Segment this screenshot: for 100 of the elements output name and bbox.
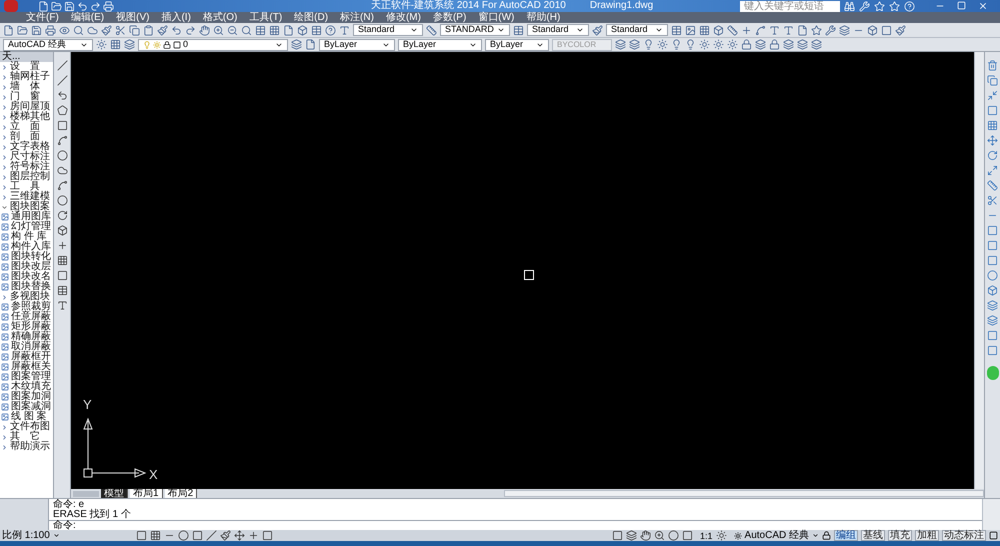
lineweight-icon[interactable] — [220, 530, 231, 541]
palette-item[interactable]: 轴网柱子 — [10, 72, 50, 82]
palette-item[interactable]: 构件入库 — [11, 242, 51, 252]
layer-tool-icon[interactable] — [615, 39, 626, 50]
lock-icon[interactable] — [822, 531, 831, 540]
annotation-scale[interactable]: 1:1 — [700, 530, 713, 540]
cut-icon[interactable] — [115, 24, 126, 36]
table-icon[interactable] — [56, 285, 68, 296]
hatch-icon[interactable] — [56, 255, 68, 266]
palette-item[interactable]: 幻灯管理 — [11, 222, 51, 232]
layout-icon[interactable] — [626, 530, 638, 541]
menu-item[interactable]: 编辑(E) — [70, 12, 104, 22]
palette-item[interactable]: 房间屋顶 — [10, 102, 50, 112]
menu-item[interactable]: 参数(P) — [432, 12, 466, 22]
spline-icon[interactable] — [56, 180, 68, 191]
gear-icon[interactable] — [734, 532, 742, 540]
mirror-icon[interactable] — [987, 90, 998, 101]
text-icon[interactable] — [56, 300, 68, 311]
sun-icon[interactable] — [699, 39, 710, 50]
status-toggle[interactable]: 基线 — [861, 530, 885, 541]
palette-item[interactable]: 图块改层 — [11, 262, 51, 272]
palette-item[interactable]: 符号标注 — [10, 162, 50, 172]
layers-icon[interactable] — [783, 39, 794, 50]
text-icon[interactable] — [769, 24, 780, 36]
rectangle-icon[interactable] — [56, 120, 68, 131]
zoom-out-icon[interactable] — [227, 24, 238, 36]
drawing-canvas[interactable]: Y X — [71, 52, 974, 489]
menu-item[interactable]: 工具(T) — [249, 12, 282, 22]
star-icon[interactable] — [811, 24, 822, 36]
horizontal-scrollbar[interactable] — [504, 490, 984, 497]
menu-item[interactable]: 修改(M) — [386, 12, 421, 22]
search-icon[interactable] — [73, 24, 84, 36]
table-style-dropdown[interactable]: Standard — [527, 24, 589, 36]
layer-previous-icon[interactable] — [291, 39, 302, 50]
palette-item[interactable]: 构 件 库 — [11, 232, 47, 242]
palette-item[interactable]: 工 具 — [10, 182, 40, 192]
crosshair-icon[interactable] — [741, 24, 752, 36]
layers-icon[interactable] — [755, 39, 766, 50]
printer-icon[interactable] — [103, 0, 114, 12]
color-dropdown[interactable]: ByLayer — [319, 38, 395, 50]
layer-state-icon[interactable] — [629, 39, 640, 50]
move-icon[interactable] — [987, 135, 998, 146]
line-icon[interactable] — [56, 60, 68, 71]
stretch-icon[interactable] — [987, 180, 998, 191]
palette-item[interactable]: 图块改名 — [11, 272, 51, 282]
sun-icon[interactable] — [657, 39, 668, 50]
palette-item[interactable]: 尺寸标注 — [10, 152, 50, 162]
grid-icon[interactable] — [269, 24, 280, 36]
workspace-label[interactable]: AutoCAD 经典 — [744, 530, 809, 540]
zoom-icon[interactable] — [241, 24, 252, 36]
polyline-icon[interactable] — [56, 90, 68, 101]
close-icon[interactable] — [978, 1, 988, 11]
arc-icon[interactable] — [56, 135, 68, 146]
bulb-icon[interactable] — [643, 39, 654, 50]
palette-item[interactable]: 屏蔽框关 — [11, 362, 51, 372]
favorite-icon[interactable] — [889, 0, 900, 12]
menu-item[interactable]: 格式(O) — [202, 12, 238, 22]
table-icon[interactable] — [671, 24, 682, 36]
scale-icon[interactable] — [987, 165, 998, 176]
menu-item[interactable]: 窗口(W) — [478, 12, 514, 22]
layer-dropdown[interactable]: 0 — [138, 38, 288, 50]
palette-item[interactable]: 图块转化 — [11, 252, 51, 262]
layers-icon[interactable] — [811, 39, 822, 50]
palette-item[interactable]: 取消屏蔽 — [11, 342, 51, 352]
paste-icon[interactable] — [143, 24, 154, 36]
dim-style-dropdown[interactable]: STANDARD — [440, 24, 510, 36]
trim-icon[interactable] — [987, 195, 998, 206]
cloud-icon[interactable] — [56, 165, 68, 176]
palette-item[interactable]: 图案减洞 — [11, 402, 51, 412]
layers-icon[interactable] — [987, 300, 998, 311]
dimension-text-icon[interactable] — [783, 24, 794, 36]
sun-icon[interactable] — [727, 39, 738, 50]
layer-state-icon[interactable] — [305, 39, 316, 50]
binoculars-icon[interactable] — [844, 0, 855, 12]
file-icon[interactable] — [797, 24, 808, 36]
leader-style-icon[interactable] — [592, 24, 603, 36]
zoom-in-icon[interactable] — [213, 24, 224, 36]
status-toggle[interactable]: 动态标注 — [942, 530, 986, 541]
dynamic-input-icon[interactable] — [234, 530, 245, 541]
scale-dropdown[interactable]: 比例 1:100 — [2, 530, 50, 540]
menu-item[interactable]: 帮助(H) — [526, 12, 560, 22]
status-toggle[interactable]: 填充 — [888, 530, 912, 541]
multileader-style-dropdown[interactable]: Standard — [606, 24, 668, 36]
palette-item[interactable]: 多视图块 — [10, 292, 50, 302]
palette-item[interactable]: 文字表格 — [10, 142, 50, 152]
palette-item[interactable]: 图块替换 — [11, 282, 51, 292]
palette-item[interactable]: 帮助演示 — [10, 442, 50, 452]
menu-item[interactable]: 标注(N) — [340, 12, 374, 22]
undo-icon[interactable] — [77, 0, 88, 12]
grid-icon[interactable] — [699, 24, 710, 36]
text-style-icon[interactable] — [339, 24, 350, 36]
palette-item[interactable]: 图案管理 — [11, 372, 51, 382]
point-icon[interactable] — [56, 240, 68, 251]
palette-item[interactable]: 精确屏蔽 — [11, 332, 51, 342]
help-icon[interactable] — [325, 24, 336, 36]
otrack-icon[interactable] — [206, 530, 217, 541]
match-icon[interactable] — [157, 24, 168, 36]
circle-icon[interactable] — [56, 150, 68, 161]
stack-icon[interactable] — [987, 315, 998, 326]
command-prompt[interactable]: 命令: — [53, 521, 76, 531]
